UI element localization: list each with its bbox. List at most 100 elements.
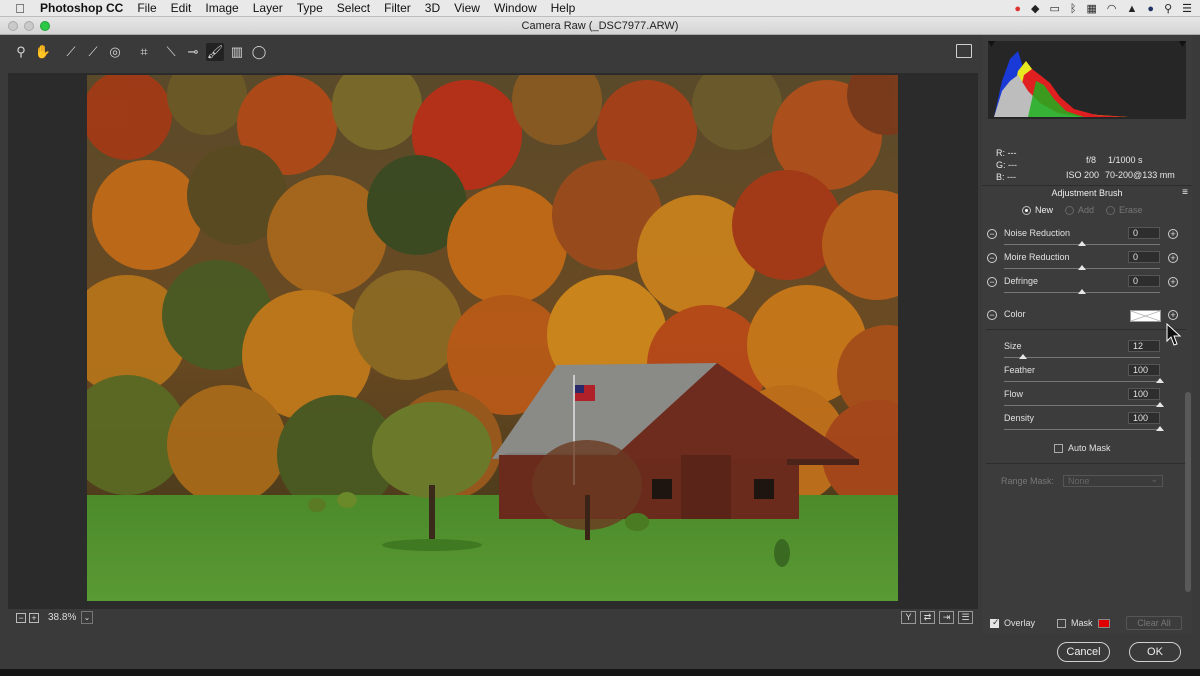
mac-menu-bar:  Photoshop CC File Edit Image Layer Typ… bbox=[0, 0, 1200, 17]
plus-icon[interactable]: + bbox=[1168, 229, 1178, 239]
graduated-filter-tool-icon[interactable]: ▥ bbox=[228, 43, 246, 61]
copy-settings-icon[interactable]: ⇥ bbox=[939, 611, 954, 624]
evernote-icon[interactable]: ◆ bbox=[1031, 2, 1039, 15]
slider-thumb[interactable] bbox=[1078, 241, 1086, 246]
menu-filter[interactable]: Filter bbox=[384, 1, 411, 15]
mask-checkbox[interactable] bbox=[1057, 618, 1066, 628]
menu-help[interactable]: Help bbox=[551, 1, 576, 15]
panel-bottom-controls: Overlay Mask Clear All bbox=[982, 615, 1192, 637]
range-mask-dropdown[interactable]: None bbox=[1063, 474, 1164, 487]
slider-thumb[interactable] bbox=[1078, 265, 1086, 270]
toggle-settings-icon[interactable]: ☰ bbox=[958, 611, 973, 624]
app-menu[interactable]: Photoshop CC bbox=[40, 1, 123, 15]
menu-view[interactable]: View bbox=[454, 1, 480, 15]
iso: ISO 200 bbox=[1066, 170, 1100, 180]
auto-mask-checkbox[interactable] bbox=[1054, 443, 1063, 453]
bluetooth-icon[interactable]: ᛒ bbox=[1070, 3, 1077, 15]
screen-icon[interactable]: ▭ bbox=[1049, 2, 1059, 15]
menu-select[interactable]: Select bbox=[337, 1, 370, 15]
defringe-value[interactable]: 0 bbox=[1128, 275, 1160, 287]
pixel-readout: R: --- G: --- B: --- f/8 1/1000 s ISO 200… bbox=[982, 143, 1192, 187]
feather-value[interactable]: 100 bbox=[1128, 364, 1160, 376]
search-icon[interactable]: ⚲ bbox=[1164, 2, 1172, 15]
hand-tool-icon[interactable]: ✋ bbox=[34, 43, 52, 61]
slider-thumb[interactable] bbox=[1156, 402, 1164, 407]
color-sampler-tool-icon[interactable]: ⟋ bbox=[84, 43, 102, 61]
minus-icon[interactable]: − bbox=[987, 229, 997, 239]
minimize-button[interactable] bbox=[24, 21, 34, 31]
mask-option[interactable]: Mask bbox=[1057, 618, 1110, 628]
menu-edit[interactable]: Edit bbox=[171, 1, 192, 15]
zoom-dropdown-chevron-icon[interactable]: ⌄ bbox=[81, 611, 93, 624]
slider-thumb[interactable] bbox=[1078, 289, 1086, 294]
feather-slider: Feather 100 bbox=[982, 364, 1182, 389]
photo-preview[interactable] bbox=[87, 75, 898, 601]
histogram bbox=[988, 41, 1186, 119]
zoom-button[interactable] bbox=[40, 21, 50, 31]
lens: 70-200@133 mm bbox=[1105, 170, 1175, 180]
slider-thumb[interactable] bbox=[1156, 426, 1164, 431]
mode-erase[interactable]: Erase bbox=[1106, 205, 1143, 215]
targeted-adjustment-tool-icon[interactable]: ◎ bbox=[106, 43, 124, 61]
creative-cloud-icon[interactable]: ● bbox=[1014, 3, 1021, 15]
open-preferences-icon[interactable] bbox=[956, 44, 972, 58]
window-title: Camera Raw (_DSC7977.ARW) bbox=[521, 20, 679, 32]
spot-removal-tool-icon[interactable]: ⊸ bbox=[184, 43, 202, 61]
crop-tool-icon[interactable]: ⌗ bbox=[135, 43, 153, 61]
mask-color-swatch[interactable] bbox=[1097, 618, 1110, 628]
density-value[interactable]: 100 bbox=[1128, 412, 1160, 424]
menu-layer[interactable]: Layer bbox=[253, 1, 283, 15]
minus-icon[interactable]: − bbox=[987, 253, 997, 263]
plus-icon[interactable]: + bbox=[1168, 253, 1178, 263]
list-icon[interactable]: ☰ bbox=[1182, 2, 1192, 15]
user-icon[interactable]: ● bbox=[1147, 3, 1154, 15]
color-swatch[interactable] bbox=[1130, 310, 1161, 322]
image-canvas[interactable] bbox=[8, 73, 978, 609]
slider-thumb[interactable] bbox=[1018, 354, 1027, 359]
white-balance-tool-icon[interactable]: ⟋ bbox=[62, 43, 80, 61]
flow-value[interactable]: 100 bbox=[1128, 388, 1160, 400]
before-after-toggle-icon[interactable]: Y bbox=[901, 611, 916, 624]
menu-3d[interactable]: 3D bbox=[425, 1, 440, 15]
zoom-level: 38.8% bbox=[48, 612, 77, 623]
plus-icon[interactable]: + bbox=[1168, 310, 1178, 320]
minus-icon[interactable]: − bbox=[987, 310, 997, 320]
mask-label: Mask bbox=[1071, 618, 1093, 628]
zoom-in-icon[interactable]: + bbox=[29, 613, 39, 623]
menu-image[interactable]: Image bbox=[205, 1, 238, 15]
straighten-tool-icon[interactable]: ⟍ bbox=[162, 43, 180, 61]
zoom-tool-icon[interactable]: ⚲ bbox=[12, 43, 30, 61]
plus-icon[interactable]: + bbox=[1168, 277, 1178, 287]
zoom-out-icon[interactable]: − bbox=[16, 613, 26, 623]
wifi-icon[interactable]: ◠ bbox=[1107, 2, 1117, 15]
menu-file[interactable]: File bbox=[137, 1, 156, 15]
cancel-button[interactable]: Cancel bbox=[1057, 642, 1110, 662]
adjustment-brush-tool-icon[interactable]: 🖌 bbox=[206, 43, 224, 61]
auto-mask-option[interactable]: Auto Mask bbox=[1054, 443, 1111, 453]
minus-icon[interactable]: − bbox=[987, 277, 997, 287]
panel-scrollbar[interactable] bbox=[1184, 202, 1192, 612]
noise-reduction-value[interactable]: 0 bbox=[1128, 227, 1160, 239]
clear-all-button[interactable]: Clear All bbox=[1126, 616, 1182, 630]
mode-add[interactable]: Add bbox=[1065, 205, 1094, 215]
radial-filter-tool-icon[interactable]: ◯ bbox=[250, 43, 268, 61]
moire-reduction-value[interactable]: 0 bbox=[1128, 251, 1160, 263]
menu-type[interactable]: Type bbox=[297, 1, 323, 15]
close-button[interactable] bbox=[8, 21, 18, 31]
size-slider: Size 12 bbox=[982, 340, 1182, 365]
airplay-icon[interactable]: ▲ bbox=[1127, 3, 1138, 15]
barn-autumn-photo bbox=[87, 75, 898, 601]
overlay-checkbox[interactable] bbox=[990, 617, 1000, 628]
overlay-option[interactable]: Overlay bbox=[990, 617, 1035, 628]
swap-settings-icon[interactable]: ⇄ bbox=[920, 611, 935, 624]
slider-thumb[interactable] bbox=[1156, 378, 1164, 383]
range-mask: Range Mask: None bbox=[1001, 474, 1164, 487]
apple-icon[interactable]:  bbox=[0, 1, 40, 16]
grid-icon[interactable]: ▦ bbox=[1087, 2, 1097, 15]
menu-window[interactable]: Window bbox=[494, 1, 537, 15]
size-value[interactable]: 12 bbox=[1128, 340, 1160, 352]
panel-menu-icon[interactable]: ≡ bbox=[1182, 186, 1188, 200]
mode-new[interactable]: New bbox=[1022, 205, 1053, 215]
ok-button[interactable]: OK bbox=[1129, 642, 1181, 662]
scrollbar-thumb[interactable] bbox=[1185, 392, 1191, 592]
